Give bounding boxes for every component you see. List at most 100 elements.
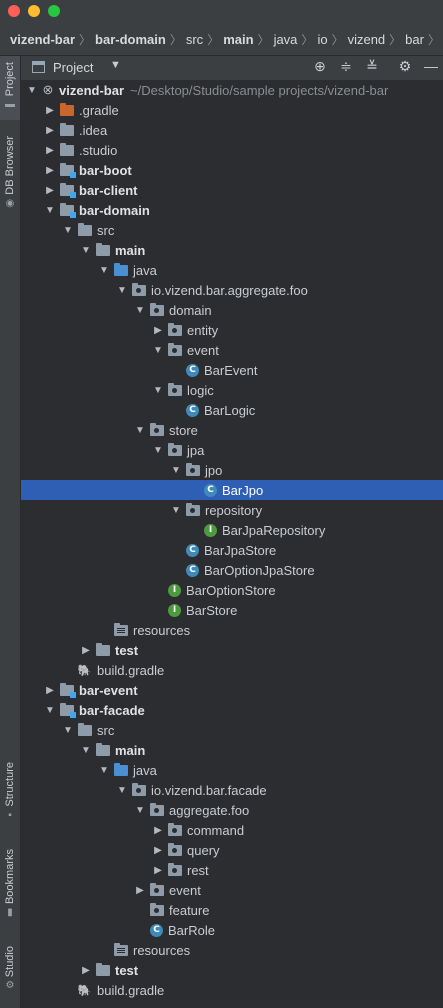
chevron-down-icon[interactable]: ▼ [61,220,75,240]
chevron-right-icon[interactable]: ▶ [43,180,57,200]
chevron-down-icon[interactable]: ▼ [151,380,165,400]
project-view-selector[interactable]: Project [53,60,93,75]
chevron-down-icon[interactable]: ▼ [110,59,121,71]
tree-node[interactable]: ▶ rest [21,860,443,880]
tree-node[interactable]: ▼ io.vizend.bar.aggregate.foo [21,280,443,300]
chevron-down-icon[interactable]: ▼ [133,420,147,440]
db-browser-tool-tab[interactable]: DB Browser ◉ [0,136,20,220]
chevron-right-icon[interactable]: ▶ [43,160,57,180]
tree-node[interactable]: ▼ java [21,260,443,280]
tree-node[interactable]: ▼ domain [21,300,443,320]
chevron-down-icon[interactable]: ▼ [151,340,165,360]
tree-node[interactable]: C BarRole [21,920,443,940]
tree-node[interactable]: ▶ event [21,880,443,900]
chevron-down-icon[interactable]: ▼ [133,300,147,320]
breadcrumb-item[interactable]: vizend [348,32,386,47]
chevron-down-icon[interactable]: ▼ [97,260,111,280]
bookmarks-tool-tab[interactable]: Bookmarks ▮ [0,849,20,929]
breadcrumb-item[interactable]: io [317,32,327,47]
chevron-down-icon[interactable]: ▼ [151,440,165,460]
chevron-right-icon[interactable]: ▶ [133,880,147,900]
tree-node[interactable]: resources [21,940,443,960]
chevron-right-icon[interactable]: ▶ [79,960,93,980]
zoom-window-button[interactable] [48,5,60,17]
structure-tool-tab[interactable]: Structure ▪ [0,762,20,832]
tree-node[interactable]: feature [21,900,443,920]
chevron-right-icon[interactable]: ▶ [43,120,57,140]
chevron-down-icon[interactable]: ▼ [169,460,183,480]
tree-node[interactable]: ▶ bar-client [21,180,443,200]
gear-icon[interactable]: ⚙ [396,58,414,75]
tree-node[interactable]: ▼ main [21,240,443,260]
chevron-right-icon[interactable]: ▶ [151,840,165,860]
chevron-down-icon[interactable]: ▼ [97,760,111,780]
tree-node[interactable]: C BarEvent [21,360,443,380]
hide-panel-icon[interactable]: — [422,58,440,74]
tree-node[interactable]: C BarLogic [21,400,443,420]
tree-node[interactable]: C BarOptionJpaStore [21,560,443,580]
chevron-right-icon[interactable]: ▶ [43,100,57,120]
chevron-right-icon[interactable]: ▶ [151,860,165,880]
studio-tool-tab[interactable]: Studio ⚙ [0,946,20,1008]
tree-node[interactable]: ▶ entity [21,320,443,340]
tree-node[interactable]: I BarOptionStore [21,580,443,600]
project-tool-tab[interactable]: Project ▬ [0,56,20,120]
tree-node[interactable]: C BarJpo [21,480,443,500]
tree-node[interactable]: ▼ jpo [21,460,443,480]
tree-node[interactable]: ▶ command [21,820,443,840]
tree-node[interactable]: ▼ io.vizend.bar.facade [21,780,443,800]
chevron-down-icon[interactable]: ▼ [43,700,57,720]
tree-node[interactable]: ▼ repository [21,500,443,520]
chevron-down-icon[interactable]: ▼ [169,500,183,520]
tree-node[interactable]: ▼ src [21,720,443,740]
tree-node[interactable]: resources [21,620,443,640]
tree-node[interactable]: ▶ query [21,840,443,860]
chevron-right-icon[interactable]: ▶ [43,680,57,700]
tree-node[interactable]: ▶ .gradle [21,100,443,120]
chevron-right-icon[interactable]: ▶ [151,820,165,840]
tree-node[interactable]: ▶ test [21,960,443,980]
chevron-right-icon[interactable]: ▶ [151,320,165,340]
tree-node[interactable]: I BarJpaRepository [21,520,443,540]
tree-node[interactable]: ▼ store [21,420,443,440]
tree-node[interactable]: ▼ src [21,220,443,240]
tree-node[interactable]: ▼ event [21,340,443,360]
breadcrumb-item[interactable]: java [274,32,298,47]
chevron-down-icon[interactable]: ▼ [133,800,147,820]
tree-node[interactable]: ▼ bar-domain [21,200,443,220]
chevron-down-icon[interactable]: ▼ [43,200,57,220]
tree-node[interactable]: C BarJpaStore [21,540,443,560]
tree-node[interactable]: ▶ .studio [21,140,443,160]
tree-node[interactable]: ▶ bar-event [21,680,443,700]
tree-node[interactable]: ▶ test [21,640,443,660]
expand-all-icon[interactable]: ≑ [337,58,355,75]
locate-file-icon[interactable]: ⊕ [311,58,329,75]
breadcrumb-item[interactable]: vizend-bar [10,32,75,47]
breadcrumb-item[interactable]: bar [405,32,424,47]
tree-node[interactable]: ▼ jpa [21,440,443,460]
tree-node[interactable]: ▶ .idea [21,120,443,140]
chevron-down-icon[interactable]: ▼ [79,240,93,260]
chevron-down-icon[interactable]: ▼ [115,780,129,800]
tree-node[interactable]: I BarStore [21,600,443,620]
tree-node[interactable]: 🐘 build.gradle [21,660,443,680]
collapse-all-icon[interactable]: ≚ [363,58,381,75]
chevron-down-icon[interactable]: ▼ [61,720,75,740]
chevron-right-icon[interactable]: ▶ [79,640,93,660]
chevron-down-icon[interactable]: ▼ [79,740,93,760]
tree-node[interactable]: ▼ main [21,740,443,760]
tree-node[interactable]: ▶ bar-boot [21,160,443,180]
breadcrumb-item[interactable]: bar-domain [95,32,166,47]
tree-node[interactable]: ▼ logic [21,380,443,400]
tree-node[interactable]: ▼ aggregate.foo [21,800,443,820]
tree-node[interactable]: ▼ java [21,760,443,780]
breadcrumb-item[interactable]: src [186,32,203,47]
tree-node[interactable]: ▼ bar-facade [21,700,443,720]
breadcrumb-item[interactable]: main [223,32,253,47]
tree-node[interactable]: ▼ ⊗ vizend-bar ~/Desktop/Studio/sample proj… [21,80,443,100]
chevron-right-icon[interactable]: ▶ [43,140,57,160]
tree-node[interactable]: 🐘 build.gradle [21,980,443,1000]
chevron-down-icon[interactable]: ▼ [115,280,129,300]
minimize-window-button[interactable] [28,5,40,17]
chevron-down-icon[interactable]: ▼ [25,80,39,100]
